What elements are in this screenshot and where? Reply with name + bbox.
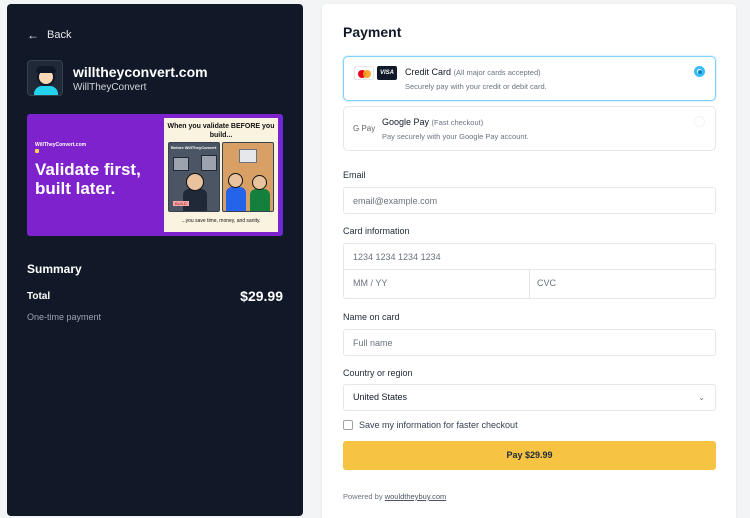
comic-title: When you validate BEFORE you build... xyxy=(167,123,275,139)
country-value: United States xyxy=(353,392,408,402)
pay-button[interactable]: Pay $29.99 xyxy=(343,441,716,470)
google-pay-desc: Pay securely with your Google Pay accoun… xyxy=(382,132,529,141)
chevron-down-icon: ⌄ xyxy=(698,393,705,402)
banner-comic: When you validate BEFORE you build... Be… xyxy=(164,118,278,232)
credit-card-title: Credit Card (All major cards accepted) xyxy=(405,67,541,77)
email-field[interactable] xyxy=(343,187,716,214)
banner-domain: WillTheyConvert.com xyxy=(35,142,87,148)
banner-logo-mark xyxy=(35,149,39,153)
total-label: Total xyxy=(27,291,51,302)
comic-panel-before: Before WillTheyConvert BUILD xyxy=(168,142,220,212)
merchant-avatar xyxy=(27,60,63,96)
back-button[interactable]: ← Back xyxy=(27,28,71,42)
credit-card-desc: Securely pay with your credit or debit c… xyxy=(405,82,547,91)
banner-headline: Validate first, built later. xyxy=(35,160,141,198)
product-banner-image: WillTheyConvert.com Validate first, buil… xyxy=(27,114,283,236)
name-on-card-field[interactable] xyxy=(343,329,716,356)
payment-title: Payment xyxy=(343,24,402,40)
google-pay-title: Google Pay (Fast checkout) xyxy=(382,117,483,127)
mastercard-icon xyxy=(354,66,374,80)
card-number-field[interactable] xyxy=(343,243,716,270)
save-info-label: Save my information for faster checkout xyxy=(359,420,518,430)
total-value: $29.99 xyxy=(240,288,283,304)
powered-by-prefix: Powered by xyxy=(343,492,383,501)
country-select[interactable]: United States ⌄ xyxy=(343,384,716,411)
back-label: Back xyxy=(47,29,72,41)
order-summary-panel: ← Back willtheyconvert.com WillTheyConve… xyxy=(7,4,303,516)
card-details-row: MM / YY CVC xyxy=(343,269,716,299)
payment-form-panel: Payment VISA Credit Card (All major card… xyxy=(322,4,736,518)
google-pay-icon: G Pay xyxy=(353,124,376,133)
payment-method-credit-card[interactable]: VISA Credit Card (All major cards accept… xyxy=(343,56,716,101)
credit-card-radio[interactable] xyxy=(694,66,705,77)
comic-build-tag: BUILD xyxy=(173,201,189,206)
google-pay-label: Google Pay xyxy=(382,117,430,127)
merchant-brand: willtheyconvert.com WillTheyConvert xyxy=(27,60,208,96)
payment-method-google-pay[interactable]: G Pay Google Pay (Fast checkout) Pay sec… xyxy=(343,106,716,151)
merchant-name: willtheyconvert.com xyxy=(73,63,208,80)
comic-footer: ...you save time, money, and sanity. xyxy=(181,218,261,224)
cvc-field[interactable]: CVC xyxy=(529,269,716,299)
credit-card-hint: (All major cards accepted) xyxy=(453,68,541,77)
email-label: Email xyxy=(343,170,366,180)
powered-by: Powered by wouldtheybuy.com xyxy=(343,492,446,501)
arrow-left-icon: ← xyxy=(27,28,39,42)
comic-panel-before-title: Before WillTheyConvert xyxy=(171,145,217,150)
merchant-subtitle: WillTheyConvert xyxy=(73,81,147,93)
expiry-field[interactable]: MM / YY xyxy=(343,269,530,299)
name-on-card-label: Name on card xyxy=(343,312,400,322)
summary-title: Summary xyxy=(27,262,82,276)
comic-panel-after xyxy=(222,142,274,212)
visa-icon: VISA xyxy=(377,66,397,80)
google-pay-radio[interactable] xyxy=(694,116,705,127)
powered-by-link[interactable]: wouldtheybuy.com xyxy=(385,492,447,501)
payment-type-note: One-time payment xyxy=(27,312,102,322)
google-pay-hint: (Fast checkout) xyxy=(431,118,484,127)
save-info-row[interactable]: Save my information for faster checkout xyxy=(343,420,518,430)
country-label: Country or region xyxy=(343,368,413,378)
save-info-checkbox[interactable] xyxy=(343,420,353,430)
credit-card-label: Credit Card xyxy=(405,67,452,77)
card-info-label: Card information xyxy=(343,226,410,236)
